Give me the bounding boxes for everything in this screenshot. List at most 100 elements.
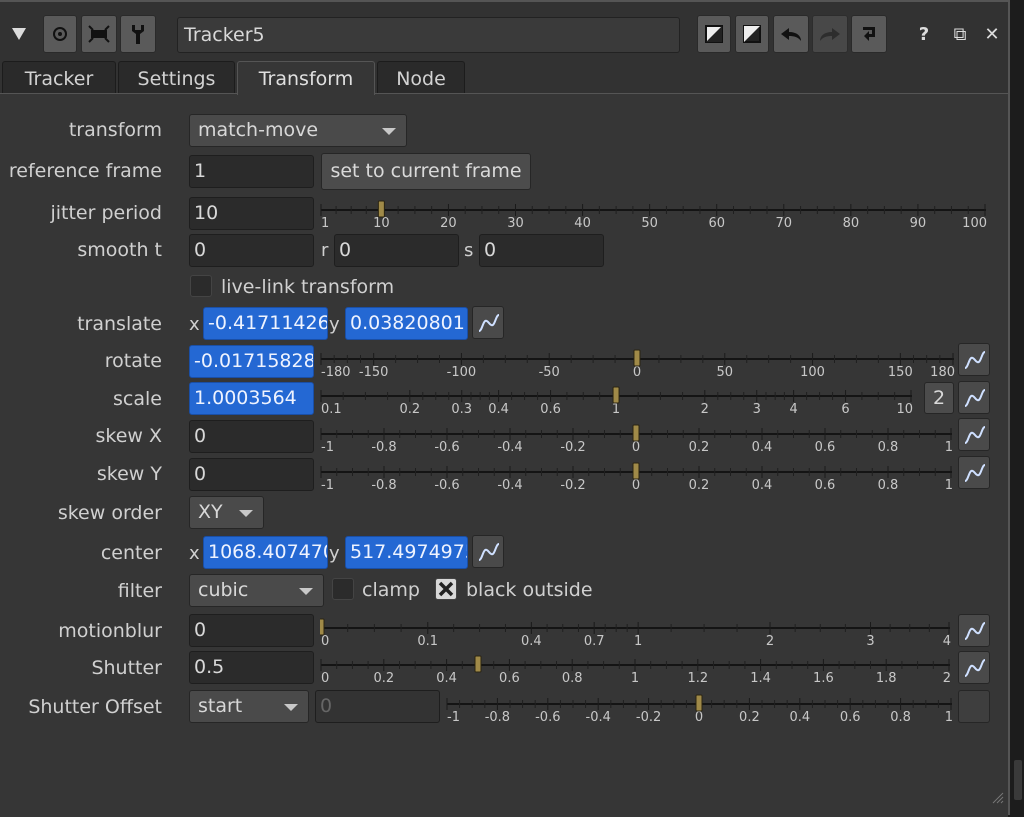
- skew-y-slider[interactable]: -1 -0.8 -0.6 -0.4 -0.2 0 0.2 0.4 0.6 0.8 1: [320, 456, 956, 492]
- shutter-slider[interactable]: 0 0.2 0.4 0.6 0.8 1 1.2 1.4 1.6 1.8 2: [320, 649, 956, 685]
- slider-tick-label: 10: [373, 216, 390, 230]
- node-name-field[interactable]: Tracker5: [177, 17, 680, 53]
- transform-dropdown[interactable]: match-move: [189, 114, 407, 147]
- slider-tick-label: -0.6: [434, 440, 459, 454]
- slider-handle[interactable]: [695, 694, 703, 712]
- slider-track-graphic: 0 0.1 0.4 0.7 1 2 3 4: [320, 618, 951, 648]
- motionblur-field[interactable]: 0: [189, 614, 314, 647]
- rotate-field[interactable]: -0.0171582842: [189, 345, 314, 378]
- motionblur-slider[interactable]: 0 0.1 0.4 0.7 1 2 3 4: [320, 612, 956, 648]
- slider-tick-label: 0.4: [488, 402, 509, 416]
- center-y-field[interactable]: 517.4974975: [345, 536, 468, 569]
- chevron-down-icon: [284, 704, 298, 711]
- tab-tracker[interactable]: Tracker: [2, 61, 116, 94]
- translate-label: translate: [77, 313, 162, 335]
- rotate-label: rotate: [104, 350, 162, 372]
- tracker-properties-panel: Tracker5 ? ⧉ ✕ Tracker Settings Node Tra…: [0, 0, 1010, 817]
- transform-label: transform: [68, 119, 162, 141]
- redo-icon[interactable]: [812, 15, 848, 53]
- slider-tick-label: 1: [945, 478, 953, 492]
- collapse-icon[interactable]: [8, 15, 30, 53]
- smooth-r-label: r: [321, 240, 329, 261]
- clamp-checkbox[interactable]: [332, 578, 354, 600]
- translate-y-field[interactable]: 0.03820801: [345, 307, 468, 340]
- skew-y-field[interactable]: 0: [189, 458, 314, 491]
- node-color-icon[interactable]: [43, 15, 77, 53]
- slider-handle[interactable]: [632, 424, 640, 442]
- slider-tick-label: 0.2: [689, 440, 710, 454]
- slider-handle[interactable]: [320, 618, 325, 636]
- slider-tick-label: -0.2: [636, 710, 661, 724]
- shutter-animation-button[interactable]: [958, 651, 990, 684]
- center-y-label: y: [329, 543, 340, 564]
- filter-dropdown[interactable]: cubic: [189, 574, 324, 607]
- float-panel-icon[interactable]: ⧉: [948, 15, 972, 53]
- slider-track-graphic: -1 -0.8 -0.6 -0.4 -0.2 0 0.2 0.4 0.6 0.8 1: [320, 462, 953, 492]
- shutter-field[interactable]: 0.5: [189, 651, 314, 684]
- skew-x-field[interactable]: 0: [189, 420, 314, 453]
- transform-value: match-move: [198, 119, 319, 141]
- shutter-custom-offset-field[interactable]: 0: [315, 690, 440, 723]
- slider-handle[interactable]: [612, 386, 620, 404]
- black-outside-checkbox[interactable]: [435, 578, 457, 600]
- translate-x-field[interactable]: -0.417114261: [203, 307, 328, 340]
- slider-tick-label: 50: [717, 365, 734, 379]
- slider-handle[interactable]: [377, 200, 385, 218]
- slider-tick-label: -0.4: [497, 440, 522, 454]
- slider-tick-label: 80: [843, 216, 860, 230]
- scale-dimension-button[interactable]: 2: [924, 382, 954, 414]
- set-to-current-frame-button[interactable]: set to current frame: [321, 153, 531, 190]
- scrollbar-handle[interactable]: [1014, 760, 1022, 800]
- scale-field[interactable]: 1.0003564: [189, 382, 314, 415]
- slider-handle[interactable]: [632, 462, 640, 480]
- center-animation-button[interactable]: [472, 535, 504, 568]
- slider-handle[interactable]: [633, 349, 641, 367]
- tab-node[interactable]: Node: [377, 61, 465, 94]
- skew-order-dropdown[interactable]: XY: [189, 496, 264, 529]
- close-icon[interactable]: ✕: [980, 15, 1004, 53]
- viewer-node-icon[interactable]: [81, 15, 117, 53]
- tab-transform[interactable]: Transform: [237, 61, 375, 95]
- shutter-offset-animation-button[interactable]: [958, 690, 990, 723]
- slider-track-graphic: -180 -150 -100 -50 0 50 100 150 180: [320, 349, 955, 379]
- scale-slider[interactable]: 0.1 0.2 0.3 0.4 0.6 1 2 3 4 6 10: [320, 380, 920, 416]
- jitter-period-slider[interactable]: 1 10 20 30 40 50 60 70 80 90 100: [320, 194, 988, 230]
- undo-icon[interactable]: [773, 15, 809, 53]
- shutter-offset-dropdown[interactable]: start: [189, 690, 309, 723]
- wrench-icon[interactable]: [120, 15, 156, 53]
- motionblur-animation-button[interactable]: [958, 614, 990, 647]
- checkmark-icon: [438, 581, 454, 597]
- live-link-checkbox[interactable]: [190, 275, 212, 297]
- slider-tick-label: 20: [440, 216, 457, 230]
- rotate-animation-button[interactable]: [958, 343, 990, 376]
- help-icon[interactable]: ?: [912, 15, 936, 53]
- center-x-field[interactable]: 1068.407470: [203, 536, 328, 569]
- rotate-slider[interactable]: -180 -150 -100 -50 0 50 100 150 180: [320, 343, 956, 379]
- resize-grip-icon[interactable]: [990, 790, 1004, 804]
- input-split-icon[interactable]: [697, 15, 731, 53]
- shutter-offset-slider[interactable]: -1 -0.8 -0.6 -0.4 -0.2 0 0.2 0.4 0.6 0.8 1: [446, 688, 956, 724]
- skew-order-label: skew order: [57, 502, 162, 524]
- curve-icon: [964, 351, 986, 369]
- skew-y-animation-button[interactable]: [958, 456, 990, 489]
- smooth-s-field[interactable]: 0: [479, 234, 604, 267]
- slider-tick-label: 0: [695, 710, 703, 724]
- slider-tick-label: -0.8: [371, 440, 396, 454]
- smooth-r-field[interactable]: 0: [334, 234, 459, 267]
- scale-animation-button[interactable]: [958, 381, 990, 414]
- slider-handle[interactable]: [474, 655, 482, 673]
- slider-tick-label: 0.1: [417, 634, 438, 648]
- slider-tick-label: 0: [632, 478, 640, 492]
- tab-settings[interactable]: Settings: [118, 61, 235, 94]
- skew-x-animation-button[interactable]: [958, 418, 990, 451]
- slider-tick-label: 1: [945, 710, 953, 724]
- reference-frame-label: reference frame: [8, 160, 162, 182]
- jitter-period-field[interactable]: 10: [189, 197, 314, 230]
- smooth-t-field[interactable]: 0: [189, 234, 314, 267]
- revert-icon[interactable]: [851, 15, 887, 53]
- slider-tick-label: 0.3: [451, 402, 472, 416]
- reference-frame-field[interactable]: 1: [189, 155, 314, 188]
- output-split-icon[interactable]: [735, 15, 769, 53]
- translate-animation-button[interactable]: [472, 306, 504, 339]
- skew-x-slider[interactable]: -1 -0.8 -0.6 -0.4 -0.2 0 0.2 0.4 0.6 0.8 1: [320, 418, 956, 454]
